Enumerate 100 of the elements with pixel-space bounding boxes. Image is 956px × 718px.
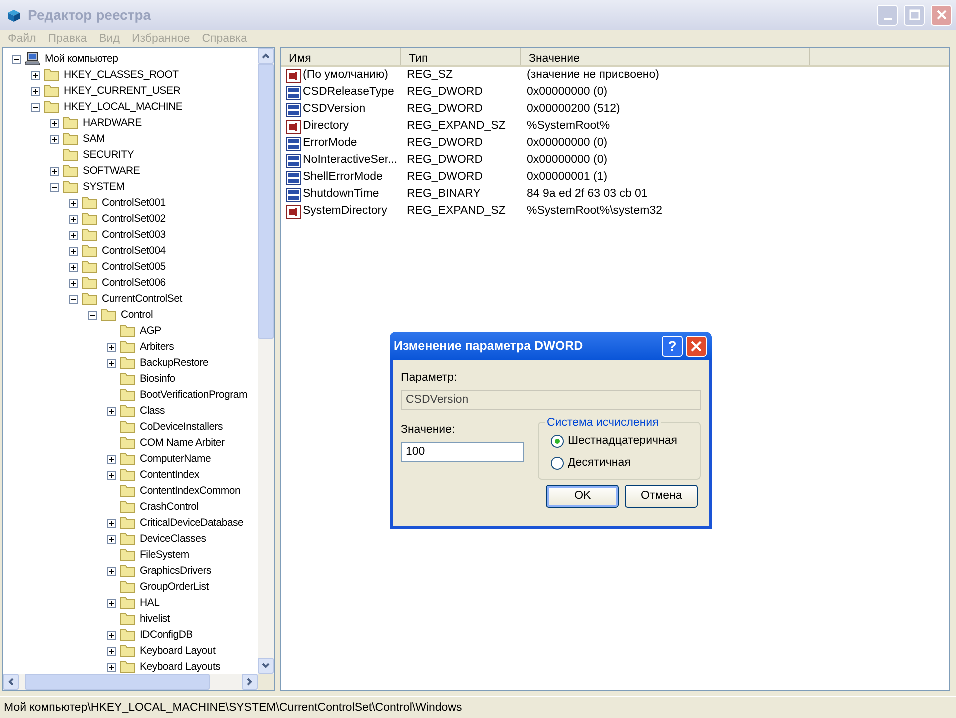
scroll-down-button[interactable] [258,658,274,674]
expand-icon[interactable] [107,358,116,368]
expand-icon[interactable] [107,518,116,528]
value-name[interactable]: ShellErrorMode [303,168,383,186]
ok-button[interactable]: OK [546,485,620,508]
expand-icon[interactable] [107,342,116,352]
value-name[interactable]: NoInteractiveSer... [303,152,398,170]
tree-item[interactable]: CrashControl [139,499,200,515]
tree-item[interactable]: AGP [139,323,162,339]
value-name[interactable]: ErrorMode [303,134,358,152]
value-name[interactable]: (По умолчанию) [303,66,388,84]
tree-item[interactable]: ControlSet004 [101,243,167,259]
minimize-icon [884,18,892,20]
tree-item[interactable]: IDConfigDB [139,627,194,643]
tree-item[interactable]: Control [120,307,154,323]
tree-item[interactable]: CurrentControlSet [101,291,184,307]
radio-button[interactable]: Десятичная [551,452,631,475]
expand-icon[interactable] [50,134,59,144]
expand-icon[interactable] [69,262,78,272]
expand-icon[interactable] [50,118,59,128]
expand-icon[interactable] [107,454,116,464]
expand-icon[interactable] [69,278,78,288]
tree-item[interactable]: ContentIndexCommon [139,483,242,499]
tree-item[interactable]: ContentIndex [139,467,200,483]
value-name[interactable]: CSDVersion [303,100,366,118]
scroll-thumb[interactable] [258,64,274,339]
scroll-thumb[interactable] [24,674,210,690]
value-name[interactable]: SystemDirectory [303,202,388,220]
expand-icon[interactable] [107,534,116,544]
expand-icon[interactable] [31,70,40,80]
column-header[interactable]: Имя [281,48,401,65]
value-data: %SystemRoot% [526,118,610,134]
tree-item[interactable]: BootVerificationProgram [139,387,248,403]
tree-item[interactable]: ComputerName [139,451,212,467]
collapse-icon[interactable] [12,54,21,64]
tree-item[interactable]: ControlSet003 [101,227,167,243]
tree-item[interactable]: CoDeviceInstallers [139,419,224,435]
tree-item[interactable]: Keyboard Layout [139,643,217,659]
expand-icon[interactable] [107,646,116,656]
value-field[interactable]: 100 [401,442,524,462]
folder-icon [82,260,98,274]
vertical-scrollbar[interactable] [258,48,274,674]
expand-icon[interactable] [107,630,116,640]
collapse-icon[interactable] [69,294,78,304]
tree-item[interactable]: Keyboard Layouts [139,659,222,674]
scroll-left-button[interactable] [3,674,19,690]
tree-item[interactable]: ControlSet006 [101,275,167,291]
tree-item[interactable]: HKEY_LOCAL_MACHINE [63,99,184,115]
tree-item[interactable]: COM Name Arbiter [139,435,226,451]
tree-item[interactable]: CriticalDeviceDatabase [139,515,245,531]
tree-item[interactable]: SOFTWARE [82,163,142,179]
tree-item[interactable]: hivelist [139,611,172,627]
expand-icon[interactable] [69,246,78,256]
collapse-icon[interactable] [50,182,59,192]
scroll-up-button[interactable] [258,48,274,64]
expand-icon[interactable] [107,566,116,576]
binary-value-icon [286,102,302,116]
tree-item[interactable]: HKEY_CURRENT_USER [63,83,182,99]
tree-item[interactable]: GraphicsDrivers [139,563,213,579]
tree-item[interactable]: HARDWARE [82,115,143,131]
tree-item[interactable]: BackupRestore [139,355,210,371]
tree-item[interactable]: ControlSet005 [101,259,167,275]
expand-icon[interactable] [107,598,116,608]
value-name[interactable]: Directory [303,118,350,136]
collapse-icon[interactable] [88,310,97,320]
tree-item[interactable]: DeviceClasses [139,531,208,547]
expand-icon[interactable] [107,662,116,672]
tree-item[interactable]: SYSTEM [82,179,126,195]
close-button[interactable] [686,336,707,356]
folder-icon [120,612,136,626]
expand-icon[interactable] [50,166,59,176]
horizontal-scrollbar[interactable] [3,674,258,690]
expand-icon[interactable] [31,86,40,96]
tree-item[interactable]: ControlSet001 [101,195,167,211]
tree-item[interactable]: FileSystem [139,547,190,563]
tree-item[interactable]: SAM [82,131,106,147]
help-button[interactable]: ? [662,336,683,356]
tree-item[interactable]: Arbiters [139,339,176,355]
tree-item[interactable]: SECURITY [82,147,136,163]
expand-icon[interactable] [69,198,78,208]
value-name[interactable]: CSDReleaseType [303,84,394,102]
scroll-right-button[interactable] [242,674,258,690]
cancel-button[interactable]: Отмена [625,485,698,508]
tree-item[interactable]: HAL [139,595,161,611]
collapse-icon[interactable] [31,102,40,112]
expand-icon[interactable] [69,230,78,240]
tree-item[interactable]: ControlSet002 [101,211,167,227]
tree-item[interactable]: GroupOrderList [139,579,210,595]
tree-item[interactable]: Biosinfo [139,371,176,387]
column-header[interactable]: Тип [401,48,521,65]
expand-icon[interactable] [69,214,78,224]
value-name[interactable]: ShutdownTime [303,186,380,204]
folder-icon [120,436,136,450]
expand-icon[interactable] [107,470,116,480]
tree-item[interactable]: Мой компьютер [44,51,120,67]
radio-button[interactable]: Шестнадцатеричная [551,430,678,453]
tree-item[interactable]: HKEY_CLASSES_ROOT [63,67,180,83]
tree-item[interactable]: Class [139,403,166,419]
folder-icon [120,340,136,354]
expand-icon[interactable] [107,406,116,416]
